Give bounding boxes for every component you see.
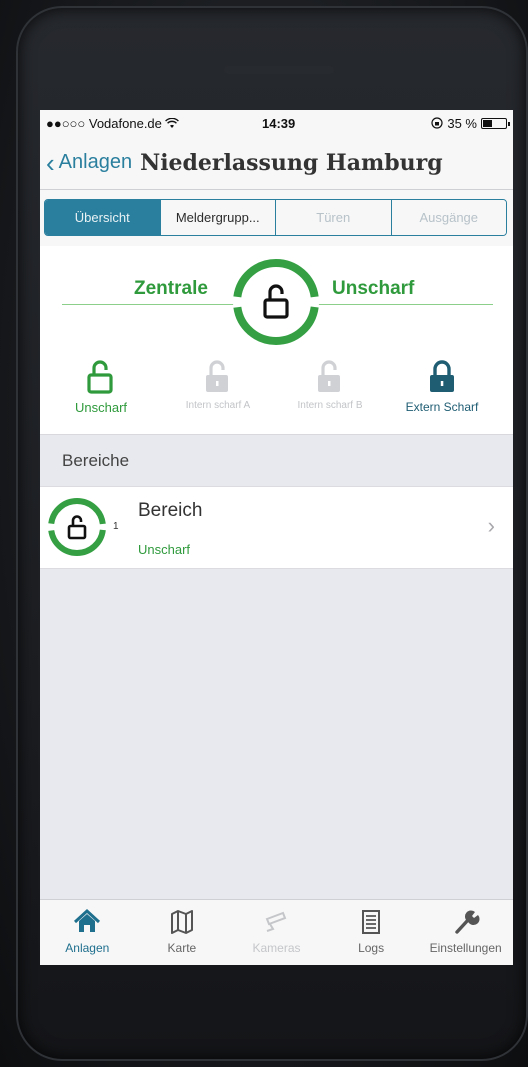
arm-mode-row: Unscharf Intern scharf A Intern scharf B… — [40, 358, 513, 415]
battery-icon — [481, 117, 510, 129]
chevron-right-icon: › — [487, 513, 495, 538]
unlocked-icon — [206, 360, 228, 392]
tabbar-label: Einstellungen — [429, 941, 502, 955]
app-screen: ●●○○○ Vodafone.de 14:39 35 % ‹ Anlagen N… — [40, 110, 513, 965]
tabbar-label: Kameras — [252, 941, 301, 955]
zentrale-label: Zentrale — [134, 278, 208, 299]
segment-control-wrapper: Übersicht Meldergrupp... Türen Ausgänge — [40, 190, 513, 246]
tabbar-label: Anlagen — [65, 941, 110, 955]
wrench-icon — [454, 910, 480, 934]
bereich-state: Unscharf — [138, 542, 191, 557]
phone-speaker — [224, 66, 334, 74]
status-time: 14:39 — [262, 115, 296, 131]
list-item[interactable]: 1 Bereich Unscharf › — [40, 486, 513, 569]
back-button[interactable]: ‹ Anlagen — [46, 150, 132, 176]
mode-extern-scharf[interactable]: Extern Scharf — [386, 358, 498, 415]
bereich-number: 1 — [113, 521, 119, 532]
nav-bar: ‹ Anlagen Niederlassung Hamburg — [40, 136, 513, 190]
tabbar-label: Logs — [358, 941, 385, 955]
unlocked-icon — [67, 515, 87, 540]
segment-control: Übersicht Meldergrupp... Türen Ausgänge — [44, 199, 507, 236]
unlocked-icon — [87, 360, 113, 394]
home-icon — [74, 908, 101, 932]
list-icon — [362, 910, 381, 934]
battery-percent: 35 % — [447, 115, 477, 131]
chevron-left-icon: ‹ — [46, 147, 55, 178]
tabbar-item-einstellungen[interactable]: Einstellungen — [418, 900, 513, 965]
tab-meldergruppen[interactable]: Meldergrupp... — [159, 200, 275, 235]
unlocked-icon — [318, 360, 340, 392]
bottom-tab-bar: Anlagen Karte Kameras Logs Einstellungen — [40, 899, 513, 965]
tabbar-item-logs[interactable]: Logs — [324, 900, 419, 965]
mode-intern-scharf-b[interactable]: Intern scharf B — [274, 358, 386, 415]
carrier-info: ●●○○○ Vodafone.de — [46, 116, 226, 131]
tab-uebersicht[interactable]: Übersicht — [45, 200, 160, 235]
camera-icon — [266, 911, 287, 932]
zentrale-state: Unscharf — [332, 278, 415, 299]
page-title: Niederlassung Hamburg — [140, 149, 443, 176]
map-icon — [170, 910, 193, 934]
bereich-name: Bereich — [138, 500, 203, 521]
section-header-bereiche: Bereiche — [40, 434, 513, 486]
tabbar-item-karte[interactable]: Karte — [135, 900, 230, 965]
tab-ausgaenge[interactable]: Ausgänge — [390, 200, 506, 235]
mode-label: Intern scharf B — [297, 400, 363, 411]
tabbar-item-anlagen[interactable]: Anlagen — [40, 900, 135, 965]
zentrale-panel: Zentrale Unscharf Unscharf Intern scharf… — [40, 246, 513, 434]
status-bar: ●●○○○ Vodafone.de 14:39 35 % — [40, 110, 513, 136]
tabbar-item-kameras[interactable]: Kameras — [229, 900, 324, 965]
wifi-icon — [164, 117, 179, 128]
mode-unscharf[interactable]: Unscharf — [40, 358, 162, 415]
locked-icon — [430, 360, 454, 392]
rotation-lock-icon — [431, 117, 443, 129]
battery-info: 35 % — [431, 115, 510, 131]
mode-label: Extern Scharf — [405, 400, 479, 414]
mode-label: Unscharf — [74, 400, 128, 415]
back-label: Anlagen — [58, 151, 133, 173]
carrier-label: ●●○○○ Vodafone.de — [46, 115, 162, 131]
tabbar-label: Karte — [167, 941, 197, 955]
bereich-status-ring — [48, 498, 106, 556]
mode-intern-scharf-a[interactable]: Intern scharf A — [162, 358, 274, 415]
phone-background: ●●○○○ Vodafone.de 14:39 35 % ‹ Anlagen N… — [0, 0, 528, 1067]
zentrale-status-ring[interactable] — [230, 256, 322, 348]
mode-label: Intern scharf A — [185, 400, 251, 411]
tab-tueren[interactable]: Türen — [275, 200, 391, 235]
